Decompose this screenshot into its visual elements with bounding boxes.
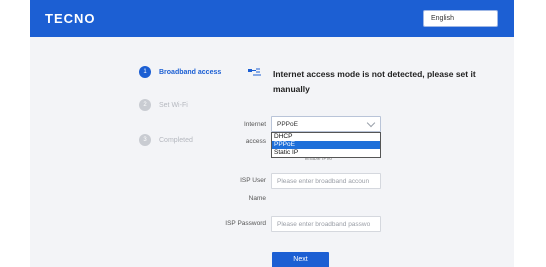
language-select[interactable]: English [423,10,498,27]
brand-logo: TECNO [45,11,96,26]
step-number: 3 [139,134,151,146]
step-label: Set Wi-Fi [159,101,188,109]
network-cable-icon [248,68,261,76]
detection-notice: Internet access mode is not detected, pl… [273,69,476,94]
isp-password-label: ISP Password [225,220,266,227]
internet-access-dropdown: DHCP PPPoE Static IP [271,132,381,158]
step-label: Completed [159,136,193,144]
option-pppoe[interactable]: PPPoE [272,141,380,149]
isp-password-field[interactable]: Please enter broadband passwo [271,216,381,232]
step-set-wifi: 2 Set Wi-Fi [139,99,188,111]
step-broadband-access: 1 Broadband access [139,66,221,78]
internet-access-label-line2: access [245,138,266,145]
router-setup-page: TECNO 1 Broadband access 2 Set Wi-Fi 3 C… [30,0,514,267]
isp-user-label: ISP User [240,177,266,184]
step-number: 2 [139,99,151,111]
isp-user-label-line2: Name [248,195,266,202]
isp-username-field[interactable]: Please enter broadband accoun [271,173,381,189]
step-number: 1 [139,66,151,78]
step-label: Broadband access [159,68,222,76]
option-dhcp[interactable]: DHCP [272,133,380,141]
internet-access-value: PPPoE [277,121,298,128]
next-button[interactable]: Next [272,252,329,267]
internet-access-select[interactable]: PPPoE [271,116,381,132]
option-static-ip[interactable]: Static IP [272,149,380,157]
chevron-down-icon [366,118,376,128]
internet-access-label: Internet [243,121,266,128]
step-completed: 3 Completed [139,134,193,146]
